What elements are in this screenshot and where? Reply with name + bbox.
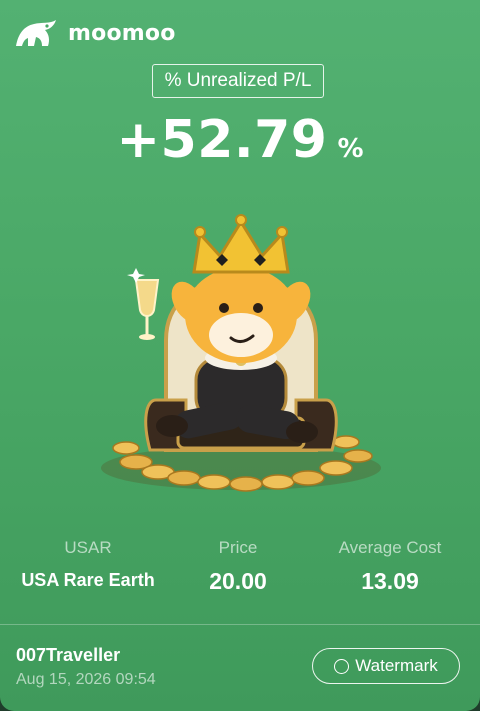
average-cost-label: Average Cost [338,538,442,557]
champagne-glass [127,268,160,340]
watermark-label: Watermark [355,656,438,675]
position-stats: USAR USA Rare Earth Price 20.00 Average … [0,538,480,595]
metric-value-row: +52.79 % [0,110,480,170]
price-stat: Price 20.00 [176,538,300,595]
price-value: 20.00 [209,568,267,594]
watermark-toggle-button[interactable]: Watermark [312,648,460,684]
metric-label: % Unrealized P/L [164,70,312,91]
pl-share-card: moomoo % Unrealized P/L +52.79 % USAR US… [0,0,480,711]
footer-divider [0,624,480,625]
crown-icon [192,214,290,274]
metric-value: +52.79 [116,110,328,170]
brand-header: moomoo [14,16,176,50]
metric-unit: % [337,134,364,164]
bull-logo-icon [16,20,56,46]
mascot-illustration [101,214,381,492]
username: 007Traveller [16,645,121,665]
stock-name: USA Rare Earth [21,570,155,590]
average-cost-stat: Average Cost 13.09 [300,538,480,595]
timestamp: Aug 15, 2026 09:54 [16,671,156,688]
average-cost-value: 13.09 [361,568,419,594]
price-label: Price [218,538,258,557]
stock-stat: USAR USA Rare Earth [0,538,176,595]
metric-label-box: % Unrealized P/L [152,64,324,98]
stock-ticker: USAR [64,538,112,557]
radio-circle-icon [334,658,350,674]
brand-name: moomoo [68,20,176,46]
